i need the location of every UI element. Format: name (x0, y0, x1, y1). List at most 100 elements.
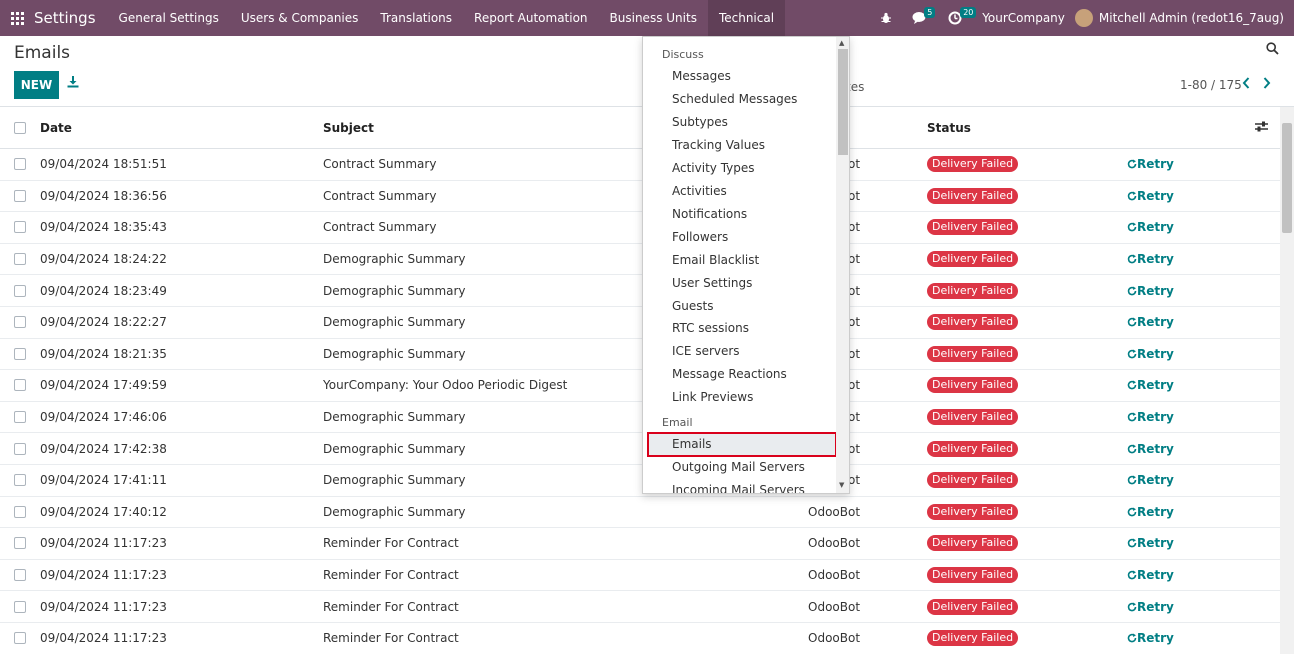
row-checkbox[interactable] (14, 600, 26, 613)
row-checkbox[interactable] (14, 411, 26, 424)
dropdown-item-activities[interactable]: Activities (672, 184, 727, 198)
dropdown-item-notifications[interactable]: Notifications (672, 207, 747, 221)
table-row[interactable]: 09/04/2024 18:23:49Demographic SummaryOd… (0, 275, 1280, 307)
dropdown-item-followers[interactable]: Followers (672, 230, 728, 244)
optional-columns-icon[interactable] (1255, 121, 1268, 135)
dropdown-item-message-reactions[interactable]: Message Reactions (672, 367, 787, 381)
retry-button[interactable]: Retry (1127, 410, 1174, 424)
table-row[interactable]: 09/04/2024 18:35:43Contract SummaryOdooB… (0, 212, 1280, 244)
retry-button[interactable]: Retry (1127, 220, 1174, 234)
row-checkbox[interactable] (14, 442, 26, 455)
pager-value[interactable]: 1-80 / 175 (1180, 78, 1242, 92)
menu-technical[interactable]: Technical (707, 0, 786, 36)
row-checkbox[interactable] (14, 379, 26, 392)
row-checkbox[interactable] (14, 632, 26, 645)
retry-button[interactable]: Retry (1127, 347, 1174, 361)
table-row[interactable]: 09/04/2024 17:49:59 YourCompany: Your Odo… (0, 370, 1280, 402)
table-row[interactable]: 09/04/2024 18:51:51Contract SummaryOdooB… (0, 149, 1280, 181)
row-checkbox[interactable] (14, 284, 26, 297)
dropdown-scrollbar[interactable]: ▲ ▼ (836, 37, 849, 493)
retry-button[interactable]: Retry (1127, 600, 1174, 614)
cell-date: 09/04/2024 18:35:43 (40, 220, 167, 235)
menu-report-automation[interactable]: Report Automation (463, 0, 598, 36)
row-checkbox[interactable] (14, 253, 26, 266)
dropdown-item-subtypes[interactable]: Subtypes (672, 115, 728, 129)
user-menu[interactable]: Mitchell Admin (redot16_7aug) (1074, 9, 1284, 27)
menu-general-settings[interactable]: General Settings (108, 0, 230, 36)
dropdown-scrollbar-thumb[interactable] (838, 49, 848, 155)
retry-button[interactable]: Retry (1127, 473, 1174, 487)
row-checkbox[interactable] (14, 537, 26, 550)
retry-button[interactable]: Retry (1127, 252, 1174, 266)
dropdown-item-ice-servers[interactable]: ICE servers (672, 344, 740, 358)
dropdown-item-link-previews[interactable]: Link Previews (672, 390, 753, 404)
table-row[interactable]: 09/04/2024 11:17:23 Reminder For Contract… (0, 591, 1280, 623)
retry-button[interactable]: Retry (1127, 284, 1174, 298)
table-row[interactable]: 09/04/2024 11:17:23 Reminder For Contract… (0, 528, 1280, 560)
page-title[interactable]: Emails (14, 43, 70, 63)
company-switcher[interactable]: YourCompany (982, 11, 1065, 25)
menu-business-units[interactable]: Business Units (599, 0, 708, 36)
bug-icon[interactable] (880, 0, 892, 36)
retry-button[interactable]: Retry (1127, 536, 1174, 550)
dropdown-item-email-blacklist[interactable]: Email Blacklist (672, 253, 759, 267)
page-scrollbar-thumb[interactable] (1282, 123, 1292, 233)
dropdown-item-user-settings[interactable]: User Settings (672, 276, 752, 290)
row-checkbox[interactable] (14, 158, 26, 171)
dropdown-item-incoming-mail-servers[interactable]: Incoming Mail Servers (672, 483, 805, 493)
row-checkbox[interactable] (14, 569, 26, 582)
dropdown-item-activity-types[interactable]: Activity Types (672, 161, 755, 175)
apps-menu-icon[interactable] (0, 0, 34, 36)
row-checkbox[interactable] (14, 474, 26, 487)
dropdown-item-rtc-sessions[interactable]: RTC sessions (672, 321, 749, 335)
search-icon[interactable] (1266, 42, 1279, 58)
dropdown-item-tracking-values[interactable]: Tracking Values (672, 138, 765, 152)
dropdown-item-messages[interactable]: Messages (672, 69, 731, 83)
table-row[interactable]: 09/04/2024 18:24:22Demographic SummaryOd… (0, 244, 1280, 276)
table-row[interactable]: 09/04/2024 18:36:56Contract SummaryOdooB… (0, 181, 1280, 213)
new-button[interactable]: NEW (14, 71, 59, 99)
row-checkbox[interactable] (14, 221, 26, 234)
menu-users-companies[interactable]: Users & Companies (230, 0, 370, 36)
row-checkbox[interactable] (14, 505, 26, 518)
pager-next-icon[interactable] (1263, 77, 1271, 93)
dropdown-item-scheduled-messages[interactable]: Scheduled Messages (672, 92, 797, 106)
retry-button[interactable]: Retry (1127, 157, 1174, 171)
activity-clock-icon[interactable]: 20 (948, 0, 977, 36)
table-row[interactable]: 09/04/2024 18:22:27Demographic SummaryOd… (0, 307, 1280, 339)
menu-translations[interactable]: Translations (369, 0, 463, 36)
row-checkbox[interactable] (14, 316, 26, 329)
scroll-down-arrow-icon[interactable]: ▼ (839, 481, 844, 489)
retry-button[interactable]: Retry (1127, 631, 1174, 645)
column-header-status[interactable]: Status (927, 121, 971, 135)
table-row[interactable]: 09/04/2024 11:17:23 Reminder For Contract… (0, 560, 1280, 592)
app-title[interactable]: Settings (34, 9, 96, 27)
column-header-subject[interactable]: Subject (323, 121, 374, 135)
retry-button[interactable]: Retry (1127, 378, 1174, 392)
pager-previous-icon[interactable] (1242, 77, 1250, 93)
table-row[interactable]: 09/04/2024 11:17:23 Reminder For Contract… (0, 623, 1280, 654)
retry-button[interactable]: Retry (1127, 189, 1174, 203)
table-row[interactable]: 09/04/2024 18:21:35Demographic SummaryOd… (0, 339, 1280, 371)
retry-button[interactable]: Retry (1127, 315, 1174, 329)
table-row[interactable]: 09/04/2024 17:40:12 Demographic Summary Od… (0, 497, 1280, 529)
dropdown-item-emails[interactable]: Emails (647, 432, 837, 457)
dropdown-item-outgoing-mail-servers[interactable]: Outgoing Mail Servers (672, 460, 805, 474)
status-badge: Delivery Failed (927, 535, 1019, 552)
retry-button[interactable]: Retry (1127, 442, 1174, 456)
page-scrollbar[interactable] (1280, 107, 1294, 654)
table-row[interactable]: 09/04/2024 17:46:06Demographic SummaryOd… (0, 402, 1280, 434)
retry-button[interactable]: Retry (1127, 505, 1174, 519)
scroll-up-arrow-icon[interactable]: ▲ (839, 39, 844, 47)
table-row[interactable]: 09/04/2024 17:41:11Demographic SummaryOd… (0, 465, 1280, 497)
chat-icon[interactable]: 5 (912, 0, 936, 36)
dropdown-item-guests[interactable]: Guests (672, 299, 714, 313)
cell-subject: Reminder For Contract (323, 568, 459, 583)
download-icon[interactable] (67, 76, 79, 91)
table-row[interactable]: 09/04/2024 17:42:38Demographic SummaryOd… (0, 433, 1280, 465)
row-checkbox[interactable] (14, 347, 26, 360)
row-checkbox[interactable] (14, 189, 26, 202)
retry-button[interactable]: Retry (1127, 568, 1174, 582)
column-header-date[interactable]: Date (40, 121, 72, 135)
select-all-checkbox[interactable] (14, 121, 26, 134)
